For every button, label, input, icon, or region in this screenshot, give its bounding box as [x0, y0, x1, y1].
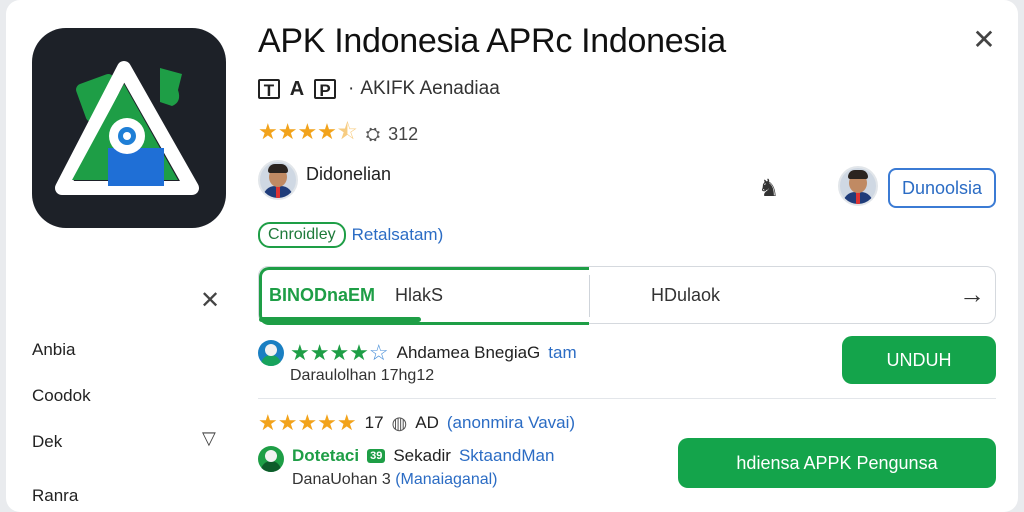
developer-badge-p: P — [314, 79, 336, 100]
item1-stars: ★★★★☆ — [290, 340, 389, 366]
tab-progress-bar — [259, 317, 422, 322]
list-separator — [258, 398, 996, 399]
item2-badge: 39 — [367, 449, 386, 463]
arrow-right-icon[interactable]: → — [959, 279, 985, 310]
chevron-down-icon[interactable]: ▽ — [202, 428, 216, 449]
sidebar-item-dek[interactable]: Dek — [32, 432, 62, 452]
sidebar-item-coodok[interactable]: Coodok — [32, 386, 91, 406]
install-button[interactable]: hdiensa APPK Pengunsa — [678, 438, 996, 488]
item2-badge-text: AD — [415, 413, 439, 432]
developer-row: T A P · AKIFK Aenadiaa — [258, 78, 500, 100]
rating-stars-full: ★★★★ — [258, 119, 337, 144]
follow-button[interactable]: Dunoolsia — [888, 168, 996, 208]
item2-sub-num: 3 — [381, 471, 391, 488]
item1-tag: tam — [548, 343, 577, 362]
item2-header: ★★★★★ 17 ◍ AD (anonmira Vavai) — [258, 410, 575, 436]
author-name: Didonelian — [306, 164, 392, 184]
developer-badge-t: T — [258, 79, 280, 100]
category-link[interactable]: Retalsatam) — [352, 225, 444, 245]
app-logo — [32, 28, 226, 228]
rating-count: 312 — [388, 123, 419, 144]
item2-globe-icon: ◍ — [391, 412, 408, 433]
category-chip-row: Cnroidley Retalsatam) — [258, 222, 443, 248]
item2-name2: Sekadir — [393, 446, 451, 465]
close-icon[interactable]: ✕ — [970, 26, 998, 54]
item2-stars: ★★★★★ — [258, 410, 357, 435]
sidebar-close-icon[interactable]: ✕ — [200, 286, 220, 315]
developer-separator: · — [348, 78, 355, 99]
item2-count: 17 — [364, 413, 384, 432]
app-title: APK Indonesia APRc Indonesia — [258, 22, 726, 60]
item2-title-row: Dotetaci 39 Sekadir SktaandMan — [292, 446, 554, 466]
app-logo-graphic — [55, 61, 199, 195]
rating-stars: ★★★★⯪ — [258, 115, 358, 153]
item2-paren[interactable]: (anonmira Vavai) — [447, 413, 575, 433]
secondary-avatar[interactable] — [838, 166, 878, 206]
sidebar-item-anbia[interactable]: Anbia — [32, 340, 75, 360]
item1-header: ★★★★☆ Ahdamea BnegiaG tam — [290, 340, 577, 366]
tab-bar: BINODnaEM HlakS HDulaok → — [258, 266, 996, 325]
sidebar-item-ranra[interactable]: Ranra — [32, 486, 78, 506]
rating-star-half: ⯪ — [336, 119, 358, 144]
developer-badge-a: A — [289, 78, 305, 100]
item1-sub: Daraulolhan — [290, 367, 377, 384]
item2-avatar — [258, 446, 284, 472]
download-button[interactable]: UNDUH — [842, 336, 996, 384]
item1-subline: Daraulolhan 17hg12 — [290, 367, 434, 385]
tab-active-sublabel: HlakS — [395, 285, 444, 305]
item2-sub-link[interactable]: (Manaiaganal) — [395, 471, 497, 488]
share-person-icon[interactable]: ♞ — [758, 174, 780, 203]
author-avatar[interactable] — [258, 160, 298, 200]
item2-name[interactable]: Dotetaci — [292, 446, 359, 466]
people-icon: ⛭ — [365, 123, 381, 144]
item1-avatar — [258, 340, 284, 366]
tab-active-label: BINODnaEM — [269, 285, 376, 305]
category-chip[interactable]: Cnroidley — [258, 222, 346, 248]
rating-row: ★★★★⯪ ⛭ 312 — [258, 119, 419, 146]
item1-star-empty: ☆ — [368, 340, 389, 365]
item1-stars-full: ★★★★ — [290, 340, 369, 365]
item2-sub: DanaUohan — [292, 471, 378, 488]
tab-second[interactable]: HDulaok — [651, 285, 720, 306]
item2-subline: DanaUohan 3 (Manaiaganal) — [292, 471, 498, 489]
tab-divider — [589, 275, 590, 317]
developer-name[interactable]: AKIFK Aenadiaa — [360, 78, 499, 100]
item1-name[interactable]: Ahdamea BnegiaG — [397, 343, 541, 363]
item1-sub-value: 17hg12 — [380, 367, 435, 384]
item2-link[interactable]: SktaandMan — [459, 446, 554, 466]
